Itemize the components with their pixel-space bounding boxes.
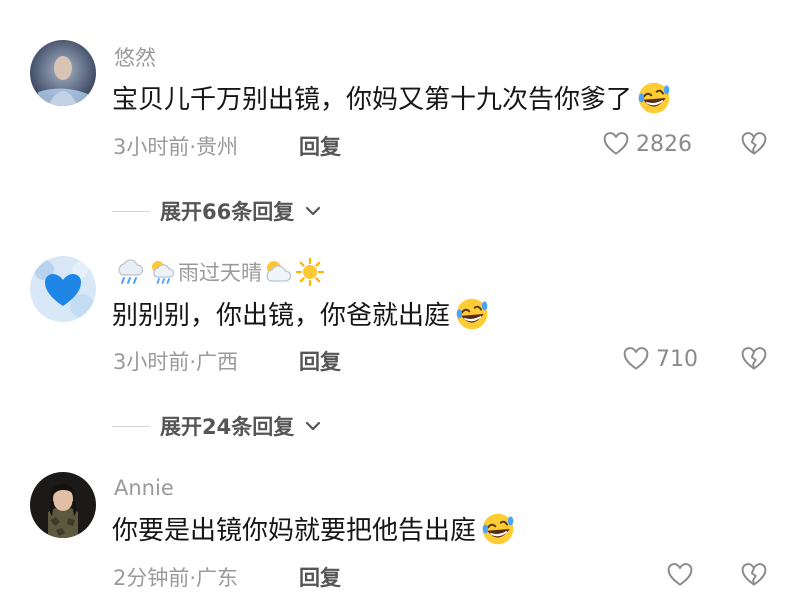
sun-icon (294, 257, 326, 287)
like-button[interactable]: 2826 (602, 130, 692, 158)
expand-replies-button[interactable]: 展开66条回复 (112, 196, 322, 226)
comment-text-content: 你要是出镜你妈就要把他告出庭 (112, 516, 477, 546)
avatar[interactable] (30, 472, 96, 538)
chevron-down-icon (306, 421, 321, 431)
broken-heart-icon (740, 561, 768, 589)
divider-line (112, 210, 150, 212)
avatar[interactable] (30, 40, 96, 106)
reply-button[interactable]: 回复 (299, 346, 341, 376)
expand-replies-label: 展开24条回复 (160, 415, 295, 439)
reply-button[interactable]: 回复 (299, 562, 341, 592)
heart-outline-icon (666, 561, 694, 589)
comment-meta: 2分钟前·广东 (113, 566, 239, 590)
broken-heart-icon (740, 345, 768, 373)
dislike-button[interactable] (740, 130, 768, 158)
comment-text: 别别别，你出镜，你爸就出庭 (112, 295, 490, 332)
like-button[interactable]: 710 (622, 345, 698, 373)
comment-text-content: 宝贝儿千万别出镜，你妈又第十九次告你爹了 (112, 85, 633, 115)
expand-replies-button[interactable]: 展开24条回复 (112, 411, 322, 441)
comment-text: 宝贝儿千万别出镜，你妈又第十九次告你爹了 (112, 79, 672, 116)
broken-heart-icon (740, 130, 768, 158)
heart-outline-icon (622, 345, 650, 373)
expand-replies-label: 展开66条回复 (160, 200, 295, 224)
username-text: 雨过天晴 (178, 261, 262, 285)
sun-behind-cloud-icon (262, 257, 294, 287)
divider-line (112, 425, 150, 427)
username[interactable]: Annie (114, 476, 174, 500)
comment-meta: 3小时前·贵州 (113, 135, 239, 159)
like-count: 710 (656, 346, 698, 372)
comment-meta: 3小时前·广西 (113, 350, 239, 374)
heart-outline-icon (602, 130, 630, 158)
comment-text: 你要是出镜你妈就要把他告出庭 (112, 510, 516, 547)
reply-button[interactable]: 回复 (299, 131, 341, 161)
laughing-emoji-icon (454, 296, 490, 332)
username[interactable]: 悠然 (114, 42, 156, 72)
dislike-button[interactable] (740, 345, 768, 373)
sun-behind-rain-cloud-icon (146, 257, 178, 287)
username[interactable]: 雨过天晴 (114, 257, 326, 287)
laughing-emoji-icon (480, 511, 516, 547)
like-button[interactable] (666, 561, 700, 589)
chevron-down-icon (306, 206, 321, 216)
like-count: 2826 (636, 131, 692, 157)
laughing-emoji-icon (636, 80, 672, 116)
comment-text-content: 别别别，你出镜，你爸就出庭 (112, 301, 451, 331)
avatar[interactable] (30, 256, 96, 322)
dislike-button[interactable] (740, 561, 768, 589)
rain-cloud-icon (114, 257, 146, 287)
